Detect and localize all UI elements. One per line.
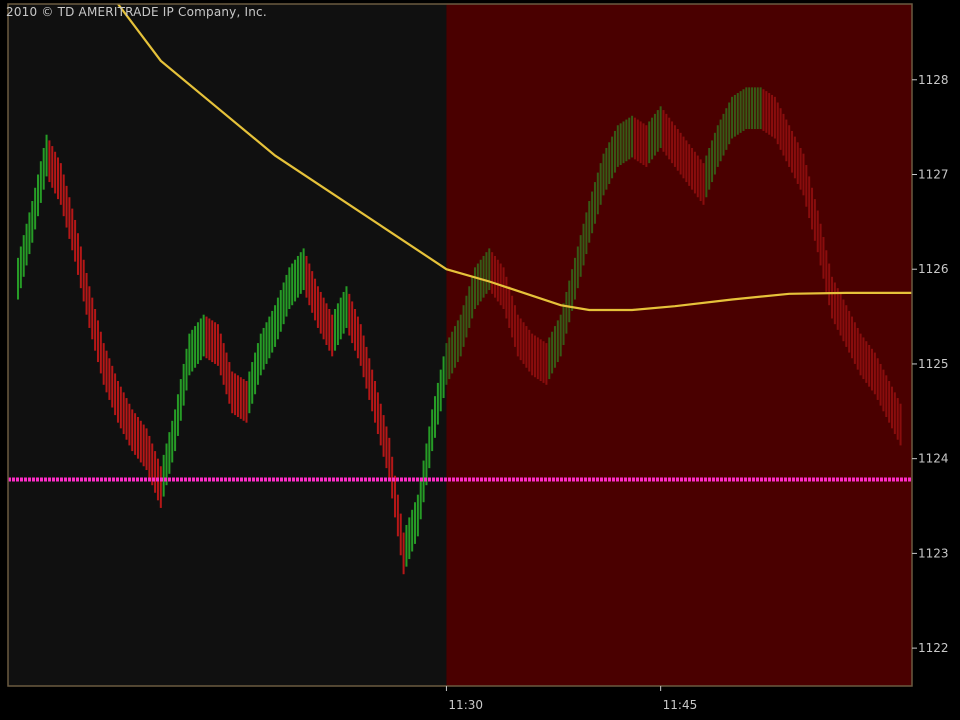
price-chart[interactable]: 1128 1127 1126 1125 1124 1123 1122 11:30 11:45 [0,0,960,720]
y-tick-label: 1125 [918,357,949,371]
y-tick-label: 1123 [918,546,949,560]
y-tick-label: 1126 [918,262,949,276]
y-tick-label: 1122 [918,641,949,655]
copyright-notice: 2010 © TD AMERITRADE IP Company, Inc. [6,5,267,19]
y-axis: 1128 1127 1126 1125 1124 1123 1122 [912,73,949,655]
pre-session-background [8,4,447,686]
x-tick-label: 11:45 [663,698,698,712]
y-tick-label: 1127 [918,168,949,182]
y-tick-label: 1128 [918,73,949,87]
chart-window: 1128 1127 1126 1125 1124 1123 1122 11:30 11:45 … [0,0,960,720]
y-tick-label: 1124 [918,452,949,466]
x-tick-label: 11:30 [448,698,483,712]
session-background [446,4,912,686]
x-axis: 11:30 11:45 [445,686,698,712]
